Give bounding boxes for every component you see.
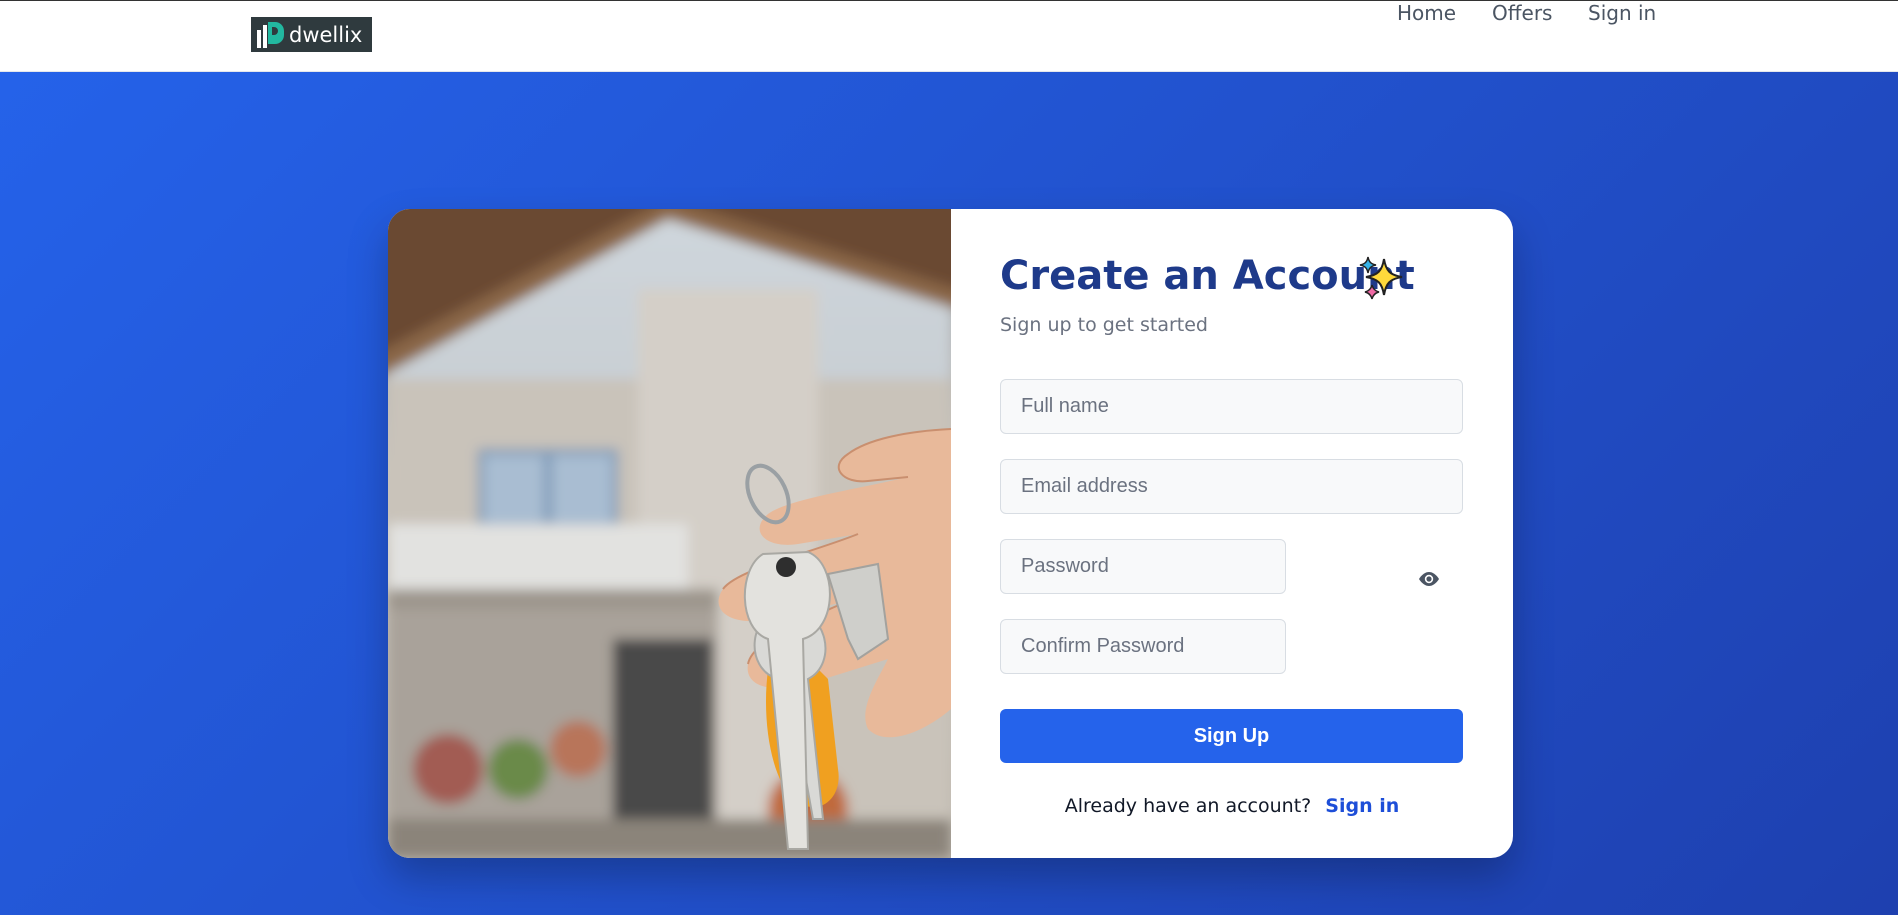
sign-in-prompt: Already have an account? Sign in <box>951 795 1513 817</box>
top-navbar: dwellix Home Offers Sign in <box>0 0 1898 72</box>
nav-link-offers[interactable]: Offers <box>1492 1 1552 25</box>
page-title: Create an Account <box>1000 253 1415 299</box>
brand-logo[interactable]: dwellix <box>251 17 372 52</box>
house-keys-photo <box>388 209 951 858</box>
email-field[interactable] <box>1000 459 1463 514</box>
sign-up-button[interactable]: Sign Up <box>1000 709 1463 763</box>
sign-in-link[interactable]: Sign in <box>1325 795 1399 817</box>
fullname-field[interactable] <box>1000 379 1463 434</box>
page-subtitle: Sign up to get started <box>1000 314 1208 336</box>
confirm-password-field[interactable] <box>1000 619 1286 674</box>
nav-link-home[interactable]: Home <box>1397 1 1456 25</box>
signup-form: Create an Account Sign up to get started… <box>951 209 1513 858</box>
brand-name: dwellix <box>289 22 363 47</box>
building-logo-icon <box>255 20 285 50</box>
signup-card: Create an Account Sign up to get started… <box>388 209 1513 858</box>
nav-link-sign-in[interactable]: Sign in <box>1588 1 1656 25</box>
sparkles-icon <box>1359 256 1403 300</box>
sign-in-prompt-text: Already have an account? <box>1064 795 1312 817</box>
eye-icon[interactable] <box>1417 567 1441 591</box>
password-field[interactable] <box>1000 539 1286 594</box>
